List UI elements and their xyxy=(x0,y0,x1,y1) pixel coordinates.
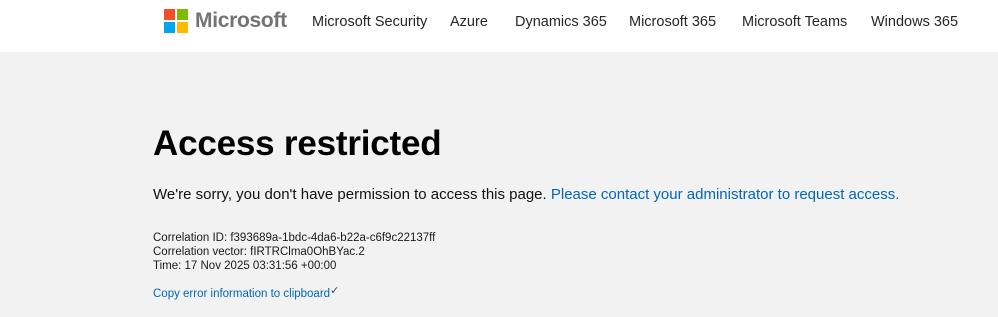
microsoft-logo-link[interactable]: Microsoft xyxy=(164,8,287,34)
contact-admin-link[interactable]: Please contact your administrator to req… xyxy=(551,186,900,203)
nav-item-windows-365[interactable]: Windows 365 xyxy=(871,14,958,30)
logo-text: Microsoft xyxy=(195,9,287,32)
error-message: We're sorry, you don't have permission t… xyxy=(153,185,899,205)
nav-item-microsoft-teams[interactable]: Microsoft Teams xyxy=(742,14,847,30)
copy-error-info-label: Copy error information to clipboard xyxy=(153,288,331,300)
error-content-area: Access restricted We're sorry, you don't… xyxy=(0,52,998,317)
copy-error-info-link[interactable]: Copy error information to clipboard✓ xyxy=(153,285,340,301)
checkmark-icon: ✓ xyxy=(330,285,340,297)
microsoft-logo-icon xyxy=(164,9,188,33)
correlation-vector: Correlation vector: fIRTRClma0OhBYac.2 xyxy=(153,246,365,258)
error-message-text: We're sorry, you don't have permission t… xyxy=(153,186,547,203)
error-details: Correlation ID: f393689a-1bdc-4da6-b22a-… xyxy=(153,231,435,273)
top-header: Microsoft Microsoft Security Azure Dynam… xyxy=(0,0,998,52)
nav-item-microsoft-security[interactable]: Microsoft Security xyxy=(312,14,427,30)
nav-item-azure[interactable]: Azure xyxy=(450,14,488,30)
correlation-id: Correlation ID: f393689a-1bdc-4da6-b22a-… xyxy=(153,232,436,244)
nav-item-microsoft-365[interactable]: Microsoft 365 xyxy=(629,14,716,30)
error-time: Time: 17 Nov 2025 03:31:56 +00:00 xyxy=(153,260,337,272)
nav-item-dynamics-365[interactable]: Dynamics 365 xyxy=(515,14,607,30)
page-title: Access restricted xyxy=(153,124,442,163)
